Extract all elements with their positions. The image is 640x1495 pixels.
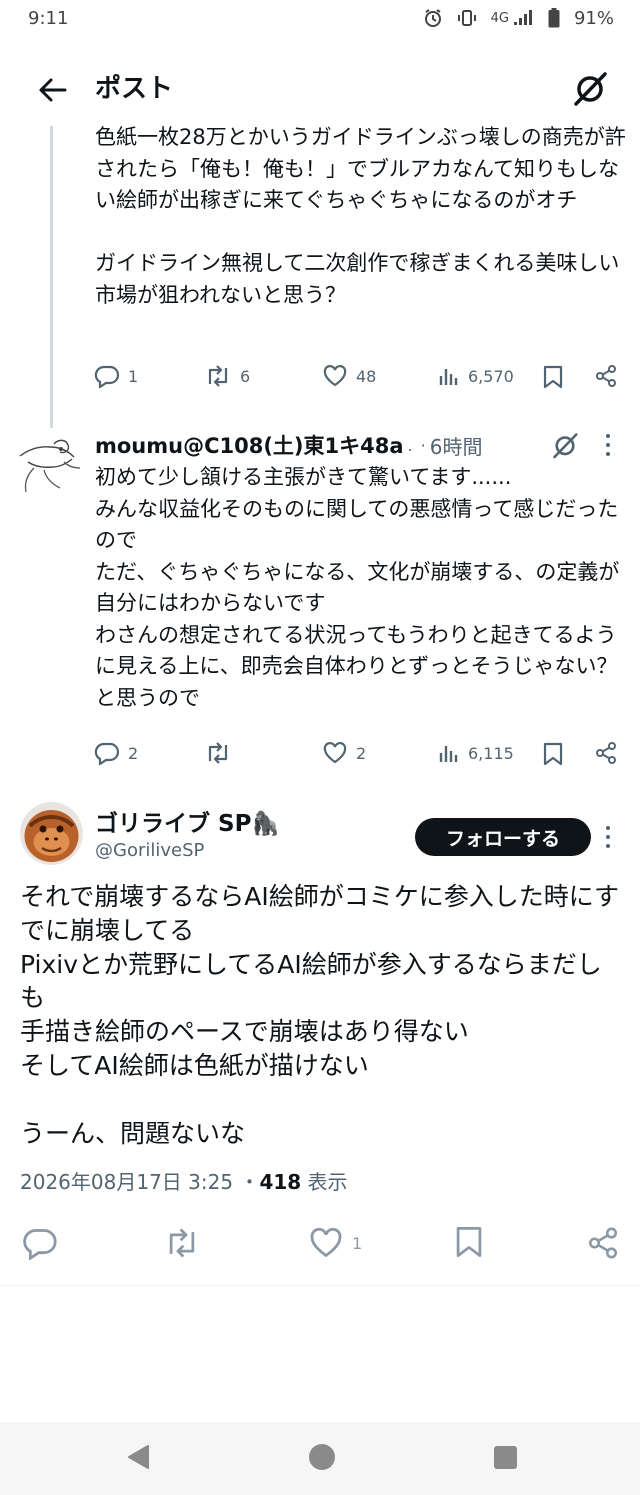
bookmark-button[interactable] bbox=[542, 364, 564, 390]
more-options-button[interactable] bbox=[604, 432, 612, 458]
views-icon bbox=[439, 369, 458, 385]
heart-icon bbox=[323, 365, 347, 387]
heart-icon bbox=[323, 742, 347, 764]
bookmark-icon bbox=[456, 1227, 482, 1257]
tweet-meta: 2026年08月17日 3:25 ・418 表示 bbox=[20, 1166, 348, 1195]
views-icon bbox=[439, 746, 458, 762]
share-icon bbox=[596, 742, 616, 764]
views-count: 6,570 bbox=[468, 366, 514, 386]
share-icon bbox=[588, 1227, 618, 1259]
retweet-button[interactable]: 6 bbox=[204, 364, 250, 388]
share-icon bbox=[596, 365, 616, 387]
alarm-icon bbox=[423, 8, 443, 28]
reply-icon bbox=[94, 365, 120, 388]
retweet-icon bbox=[169, 1228, 195, 1258]
prev-tweet-text: 色紙一枚28万とかいうガイドラインぶっ壊しの商売が許されたら「俺も！俺も！」でブ… bbox=[95, 125, 626, 307]
prev-tweet-actions: 1 6 48 6,570 bbox=[94, 364, 624, 394]
retweet-button[interactable] bbox=[163, 1226, 201, 1260]
avatar[interactable] bbox=[20, 802, 83, 865]
like-count: 2 bbox=[356, 743, 367, 763]
bookmark-icon bbox=[543, 742, 563, 766]
heart-icon bbox=[310, 1227, 342, 1258]
back-button[interactable] bbox=[32, 70, 72, 110]
main-tweet-text: それで崩壊するならAI絵師がコミケに参入した時にすでに崩壊してる Pixivとか… bbox=[20, 882, 619, 1148]
reply-count: 2 bbox=[128, 743, 139, 763]
signal-icon: 4G bbox=[491, 9, 534, 27]
reply-tweet-actions: 2 2 6,115 bbox=[94, 741, 624, 771]
follow-button[interactable]: フォローする bbox=[415, 818, 591, 856]
triangle-back-icon bbox=[128, 1445, 149, 1469]
reply-button[interactable] bbox=[22, 1226, 58, 1260]
thread-line bbox=[50, 126, 53, 428]
views-label: 表示 bbox=[307, 1170, 348, 1194]
share-button[interactable] bbox=[586, 1226, 620, 1260]
reply-icon bbox=[23, 1229, 57, 1260]
nav-home-button[interactable] bbox=[309, 1444, 335, 1470]
post-date[interactable]: 2026年08月17日 3:25 bbox=[20, 1170, 233, 1194]
grok-button[interactable] bbox=[570, 68, 610, 108]
nav-recents-button[interactable] bbox=[494, 1446, 517, 1469]
grok-button[interactable] bbox=[550, 430, 580, 460]
status-bar: 9:11 4G 91% bbox=[0, 0, 640, 36]
like-button[interactable]: 1 bbox=[308, 1226, 362, 1260]
main-tweet-author: ゴリライブ SP🦍 @GoriliveSP フォローする bbox=[20, 800, 630, 870]
reply-button[interactable]: 1 bbox=[94, 364, 138, 388]
status-icons: 4G 91% bbox=[423, 8, 614, 29]
avatar[interactable] bbox=[14, 432, 86, 498]
like-button[interactable]: 48 bbox=[322, 364, 376, 388]
back-arrow-icon bbox=[39, 78, 67, 102]
like-count: 1 bbox=[352, 1233, 363, 1253]
vibrate-icon bbox=[457, 8, 477, 28]
reply-count: 1 bbox=[128, 366, 139, 386]
like-count: 48 bbox=[356, 366, 377, 386]
views-button[interactable]: 6,115 bbox=[438, 741, 514, 765]
reply-icon bbox=[94, 742, 120, 765]
gorilla-avatar-icon bbox=[20, 802, 83, 865]
more-options-button[interactable] bbox=[604, 824, 612, 850]
author-name[interactable]: moumu@C108(土)東1キ48a bbox=[95, 430, 404, 460]
bookmark-icon bbox=[543, 365, 563, 389]
retweet-button[interactable] bbox=[204, 741, 232, 765]
separator-dot: . bbox=[407, 435, 413, 455]
divider bbox=[0, 1285, 640, 1286]
status-time: 9:11 bbox=[28, 7, 69, 29]
reply-tweet-text: 初めて少し頷ける主張がきて驚いてます...... みんな収益化そのものに関しての… bbox=[95, 465, 620, 710]
bookmark-button[interactable] bbox=[542, 741, 564, 767]
post-time[interactable]: 6時間 bbox=[430, 431, 483, 460]
retweet-icon bbox=[208, 742, 228, 764]
network-type: 4G bbox=[490, 10, 509, 26]
frog-sketch-avatar-icon bbox=[19, 439, 81, 493]
retweet-count: 6 bbox=[240, 366, 251, 386]
main-tweet-actions: 1 bbox=[22, 1224, 622, 1264]
views-count: 6,115 bbox=[468, 743, 514, 763]
bookmark-button[interactable] bbox=[454, 1224, 484, 1260]
separator-dot-2: · bbox=[420, 435, 426, 455]
like-button[interactable]: 2 bbox=[322, 741, 366, 765]
grok-icon bbox=[553, 433, 578, 459]
grok-icon bbox=[574, 72, 607, 106]
separator-dot: ・ bbox=[239, 1170, 260, 1194]
page-title: ポスト bbox=[95, 74, 174, 104]
system-nav-bar bbox=[0, 1422, 640, 1495]
view-count: 418 bbox=[259, 1170, 302, 1194]
share-button[interactable] bbox=[594, 364, 618, 388]
author-handle[interactable]: @GoriliveSP bbox=[95, 840, 204, 861]
battery-level: 91% bbox=[573, 7, 614, 29]
share-button[interactable] bbox=[594, 741, 618, 765]
author-name[interactable]: ゴリライブ SP🦍 bbox=[95, 804, 280, 838]
nav-back-button[interactable] bbox=[126, 1444, 150, 1474]
header: ポスト bbox=[0, 50, 640, 126]
battery-icon bbox=[548, 8, 560, 28]
reply-button[interactable]: 2 bbox=[94, 741, 138, 765]
views-button[interactable]: 6,570 bbox=[438, 364, 514, 388]
retweet-icon bbox=[208, 365, 228, 387]
